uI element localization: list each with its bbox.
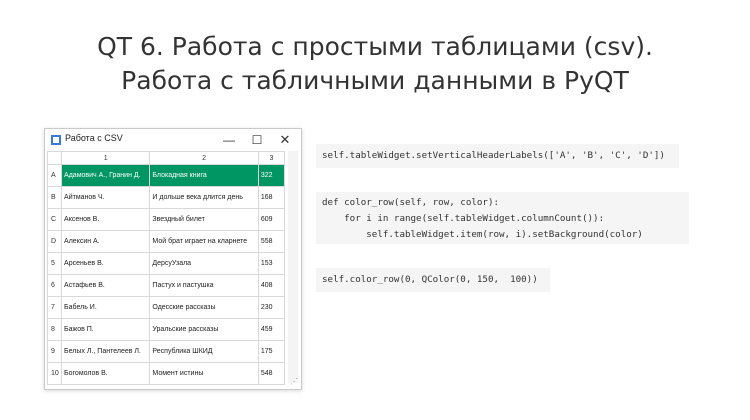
- code-line: def color_row(self, row, color):: [322, 197, 500, 208]
- cell-count[interactable]: 558: [257, 230, 286, 253]
- row-header[interactable]: C: [46, 208, 63, 231]
- table-widget[interactable]: 1 2 3 A Адамович А., Гранин Д. Блокадная к…: [46, 151, 286, 385]
- resize-grip-icon[interactable]: ⋰: [290, 377, 298, 386]
- cell-author[interactable]: Аксенов В.: [61, 208, 151, 231]
- code-line: for i in range(self.tableWidget.columnCo…: [322, 213, 605, 224]
- row-header[interactable]: 5: [46, 252, 63, 275]
- cell-title[interactable]: Уральские рассказы: [149, 318, 259, 341]
- cell-title[interactable]: Мой брат играет на кларнете: [149, 230, 259, 253]
- row-header[interactable]: D: [46, 230, 63, 253]
- app-icon: [51, 135, 61, 145]
- code-line: self.color_row(0, QColor(0, 150, 100)): [322, 274, 538, 285]
- maximize-button[interactable]: ☐: [243, 131, 271, 149]
- cell-title[interactable]: Момент истины: [149, 362, 259, 385]
- table-row[interactable]: 8 Бажов П. Уральские рассказы 459: [46, 318, 286, 341]
- row-header[interactable]: A: [46, 164, 63, 187]
- cell-count[interactable]: 322: [257, 164, 286, 187]
- table-row[interactable]: A Адамович А., Гранин Д. Блокадная книга 32…: [46, 164, 286, 187]
- cell-author[interactable]: Арсеньев В.: [61, 252, 151, 275]
- code-line: self.tableWidget.setVerticalHeaderLabels…: [322, 150, 665, 161]
- column-header-2[interactable]: 2: [149, 151, 259, 165]
- cell-count[interactable]: 175: [257, 340, 286, 363]
- close-icon: ✕: [279, 132, 291, 147]
- vertical-scrollbar[interactable]: [288, 151, 298, 383]
- cell-author[interactable]: Бабель И.: [61, 296, 151, 319]
- cell-count[interactable]: 230: [257, 296, 286, 319]
- table-row[interactable]: B Айтманов Ч. И дольше века длится день 168: [46, 186, 286, 209]
- cell-title[interactable]: Звездный билет: [149, 208, 259, 231]
- column-header-row: 1 2 3: [46, 151, 286, 165]
- cell-author[interactable]: Богомолов В.: [61, 362, 151, 385]
- column-header-1[interactable]: 1: [61, 151, 151, 165]
- table-row[interactable]: 9 Белых Л., Пантелеев Л. Республика ШКИД 17…: [46, 340, 286, 363]
- table-row[interactable]: D Алексин А. Мой брат играет на кларнете 55…: [46, 230, 286, 253]
- cell-count[interactable]: 609: [257, 208, 286, 231]
- cell-count[interactable]: 408: [257, 274, 286, 297]
- cell-author[interactable]: Астафьев В.: [61, 274, 151, 297]
- cell-title[interactable]: Республика ШКИД: [149, 340, 259, 363]
- cell-author[interactable]: Белых Л., Пантелеев Л.: [61, 340, 151, 363]
- table-row[interactable]: 5 Арсеньев В. ДерсуУзала 153: [46, 252, 286, 275]
- column-header-3[interactable]: 3: [257, 151, 286, 165]
- cell-author[interactable]: Айтманов Ч.: [61, 186, 151, 209]
- code-block-call: self.color_row(0, QColor(0, 150, 100)): [316, 268, 550, 292]
- cell-title[interactable]: Одесские рассказы: [149, 296, 259, 319]
- close-button[interactable]: ✕: [271, 131, 299, 149]
- minimize-icon: —: [223, 133, 235, 147]
- row-header[interactable]: 7: [46, 296, 63, 319]
- code-block-color-row: def color_row(self, row, color): for i i…: [316, 192, 689, 244]
- window-title: Работа с CSV: [65, 133, 123, 143]
- cell-count[interactable]: 168: [257, 186, 286, 209]
- row-header[interactable]: 8: [46, 318, 63, 341]
- minimize-button[interactable]: —: [215, 131, 243, 149]
- cell-title[interactable]: Пастух и пастушка: [149, 274, 259, 297]
- slide-title-line-2: Работа с табличными данными в PyQT: [121, 66, 629, 95]
- row-header[interactable]: B: [46, 186, 63, 209]
- slide-title-line-1: QT 6. Работа с простыми таблицами (csv).: [97, 32, 653, 61]
- table-row[interactable]: 6 Астафьев В. Пастух и пастушка 408: [46, 274, 286, 297]
- window-titlebar[interactable]: Работа с CSV — ☐ ✕: [45, 129, 301, 151]
- cell-author[interactable]: Адамович А., Гранин Д.: [61, 164, 151, 187]
- cell-author[interactable]: Бажов П.: [61, 318, 151, 341]
- row-header[interactable]: 9: [46, 340, 63, 363]
- code-line: self.tableWidget.item(row, i).setBackgro…: [322, 229, 643, 240]
- table-row[interactable]: 10 Богомолов В. Момент истины 548: [46, 362, 286, 385]
- cell-count[interactable]: 548: [257, 362, 286, 385]
- cell-count[interactable]: 459: [257, 318, 286, 341]
- row-header[interactable]: 6: [46, 274, 63, 297]
- cell-author[interactable]: Алексин А.: [61, 230, 151, 253]
- csv-window: Работа с CSV — ☐ ✕ 1 2 3 A Адамович А., Г…: [44, 128, 302, 390]
- cell-count[interactable]: 153: [257, 252, 286, 275]
- cell-title[interactable]: Блокадная книга: [149, 164, 259, 187]
- slide-title: QT 6. Работа с простыми таблицами (csv).…: [0, 30, 750, 98]
- cell-title[interactable]: И дольше века длится день: [149, 186, 259, 209]
- table-row[interactable]: 7 Бабель И. Одесские рассказы 230: [46, 296, 286, 319]
- code-block-headers: self.tableWidget.setVerticalHeaderLabels…: [316, 144, 679, 168]
- table-corner[interactable]: [46, 151, 63, 165]
- maximize-icon: ☐: [251, 133, 263, 147]
- table-row[interactable]: C Аксенов В. Звездный билет 609: [46, 208, 286, 231]
- cell-title[interactable]: ДерсуУзала: [149, 252, 259, 275]
- row-header[interactable]: 10: [46, 362, 63, 385]
